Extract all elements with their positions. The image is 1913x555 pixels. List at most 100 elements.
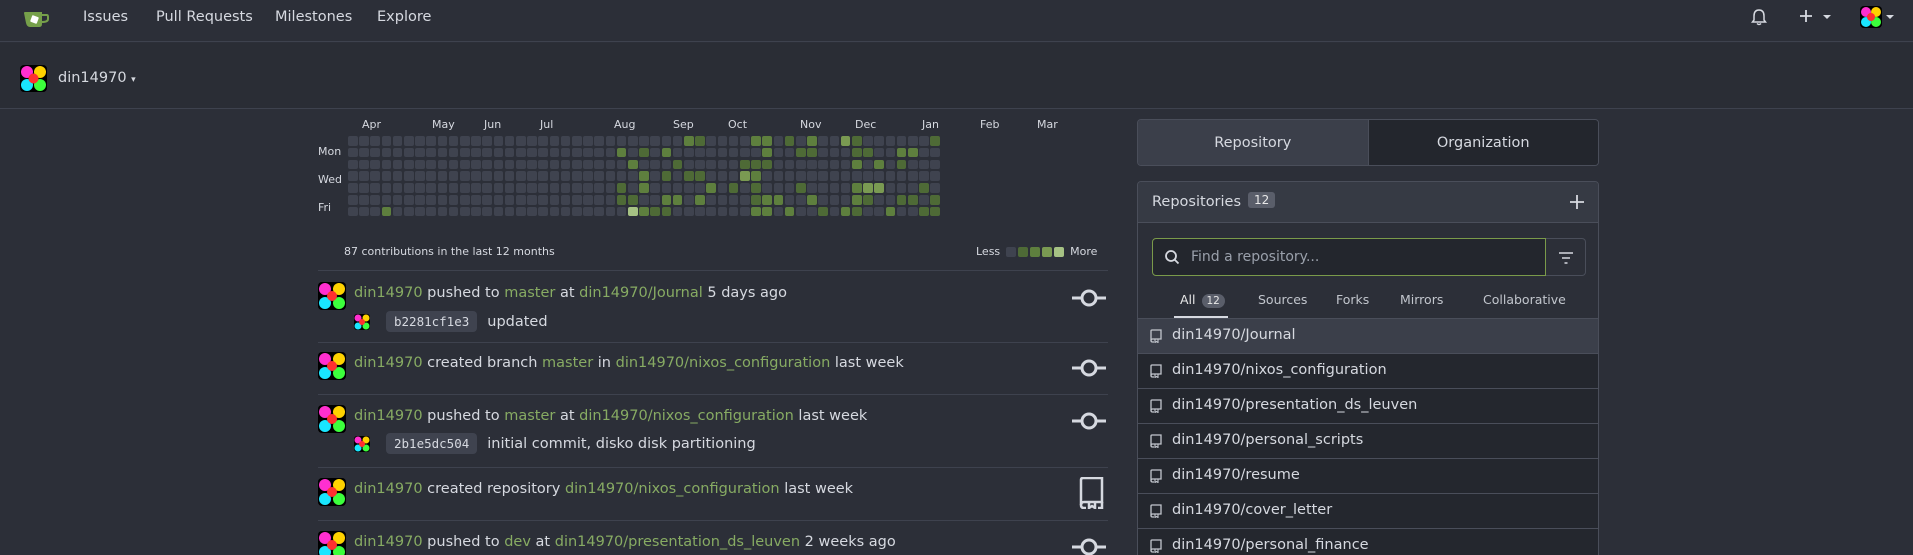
- heatmap-cell[interactable]: [728, 171, 739, 181]
- heatmap-cell[interactable]: [717, 159, 728, 170]
- heatmap-cell[interactable]: [482, 195, 492, 205]
- avatar[interactable]: [318, 352, 346, 380]
- heatmap-cell[interactable]: [751, 206, 761, 217]
- heatmap-cell[interactable]: [896, 136, 907, 146]
- heatmap-cell[interactable]: [672, 206, 683, 217]
- heatmap-cell[interactable]: [504, 171, 515, 181]
- heatmap-cell[interactable]: [930, 206, 940, 217]
- heatmap-cell[interactable]: [538, 183, 548, 193]
- heatmap-cell[interactable]: [930, 183, 940, 193]
- heatmap-cell[interactable]: [852, 206, 862, 217]
- heatmap-cell[interactable]: [807, 171, 817, 181]
- heatmap-cell[interactable]: [930, 195, 940, 205]
- heatmap-cell[interactable]: [829, 159, 840, 170]
- heatmap-cell[interactable]: [908, 147, 918, 158]
- heatmap-cell[interactable]: [796, 206, 806, 217]
- heatmap-cell[interactable]: [706, 183, 716, 193]
- heatmap-cell[interactable]: [807, 195, 817, 205]
- repo-name[interactable]: din14970/personal_scripts: [1172, 432, 1363, 448]
- heatmap-cell[interactable]: [460, 171, 470, 181]
- avatar[interactable]: [318, 478, 346, 506]
- heatmap-cell[interactable]: [762, 171, 772, 181]
- heatmap-cell[interactable]: [359, 147, 369, 158]
- heatmap-cell[interactable]: [370, 171, 380, 181]
- heatmap-cell[interactable]: [650, 147, 660, 158]
- repo-list-item[interactable]: din14970/cover_letter: [1138, 493, 1598, 528]
- heatmap-cell[interactable]: [639, 206, 649, 217]
- heatmap-cell[interactable]: [616, 171, 627, 181]
- heatmap-cell[interactable]: [908, 159, 918, 170]
- commit-sha[interactable]: 2b1e5dc504: [386, 433, 478, 454]
- feed-repo-link[interactable]: din14970/nixos_configuration: [579, 408, 794, 424]
- heatmap-cell[interactable]: [672, 195, 683, 205]
- heatmap-cell[interactable]: [706, 136, 716, 146]
- heatmap-cell[interactable]: [516, 195, 526, 205]
- heatmap-cell[interactable]: [426, 171, 436, 181]
- heatmap-cell[interactable]: [516, 136, 526, 146]
- nav-explore[interactable]: Explore: [377, 9, 431, 25]
- heatmap-cell[interactable]: [348, 195, 358, 205]
- repo-name[interactable]: din14970/Journal: [1172, 327, 1296, 343]
- heatmap-cell[interactable]: [381, 183, 392, 193]
- heatmap-cell[interactable]: [426, 147, 436, 158]
- heatmap-cell[interactable]: [616, 206, 627, 217]
- heatmap-cell[interactable]: [381, 171, 392, 181]
- heatmap-cell[interactable]: [930, 159, 940, 170]
- repo-name[interactable]: din14970/nixos_configuration: [1172, 362, 1387, 378]
- heatmap-cell[interactable]: [919, 206, 929, 217]
- heatmap-cell[interactable]: [594, 206, 604, 217]
- heatmap-cell[interactable]: [348, 136, 358, 146]
- heatmap-cell[interactable]: [415, 183, 425, 193]
- heatmap-cell[interactable]: [908, 206, 918, 217]
- heatmap-cell[interactable]: [460, 206, 470, 217]
- heatmap-cell[interactable]: [448, 206, 459, 217]
- heatmap-cell[interactable]: [516, 147, 526, 158]
- heatmap-cell[interactable]: [818, 206, 828, 217]
- heatmap-cell[interactable]: [616, 195, 627, 205]
- filter-tab-all[interactable]: All 12: [1180, 292, 1225, 308]
- heatmap-cell[interactable]: [728, 159, 739, 170]
- heatmap-cell[interactable]: [829, 147, 840, 158]
- heatmap-cell[interactable]: [504, 183, 515, 193]
- heatmap-cell[interactable]: [896, 195, 907, 205]
- heatmap-cell[interactable]: [762, 195, 772, 205]
- heatmap-cell[interactable]: [437, 171, 448, 181]
- heatmap-cell[interactable]: [706, 206, 716, 217]
- heatmap-cell[interactable]: [370, 195, 380, 205]
- heatmap-cell[interactable]: [829, 183, 840, 193]
- heatmap-cell[interactable]: [471, 136, 481, 146]
- heatmap-cell[interactable]: [661, 171, 672, 181]
- heatmap-cell[interactable]: [740, 206, 750, 217]
- heatmap-cell[interactable]: [392, 195, 403, 205]
- add-repo-icon[interactable]: [1568, 193, 1586, 211]
- heatmap-cell[interactable]: [695, 195, 705, 205]
- heatmap-cell[interactable]: [885, 147, 896, 158]
- heatmap-cell[interactable]: [504, 195, 515, 205]
- heatmap-cell[interactable]: [437, 206, 448, 217]
- heatmap-cell[interactable]: [616, 136, 627, 146]
- heatmap-cell[interactable]: [740, 159, 750, 170]
- heatmap-cell[interactable]: [807, 206, 817, 217]
- heatmap-cell[interactable]: [684, 195, 694, 205]
- feed-ref-link[interactable]: master: [504, 285, 555, 301]
- heatmap-cell[interactable]: [695, 183, 705, 193]
- heatmap-cell[interactable]: [773, 183, 784, 193]
- heatmap-cell[interactable]: [437, 159, 448, 170]
- heatmap-cell[interactable]: [874, 206, 884, 217]
- feed-user-link[interactable]: din14970: [354, 534, 423, 550]
- heatmap-cell[interactable]: [863, 183, 873, 193]
- repo-name[interactable]: din14970/resume: [1172, 467, 1300, 483]
- heatmap-cell[interactable]: [639, 195, 649, 205]
- heatmap-cell[interactable]: [583, 183, 593, 193]
- heatmap-cell[interactable]: [695, 206, 705, 217]
- heatmap-cell[interactable]: [415, 147, 425, 158]
- heatmap-cell[interactable]: [717, 195, 728, 205]
- heatmap-cell[interactable]: [448, 136, 459, 146]
- heatmap-cell[interactable]: [482, 171, 492, 181]
- heatmap-cell[interactable]: [639, 159, 649, 170]
- heatmap-cell[interactable]: [370, 183, 380, 193]
- feed-ref-link[interactable]: master: [504, 408, 555, 424]
- heatmap-cell[interactable]: [628, 136, 638, 146]
- heatmap-cell[interactable]: [672, 171, 683, 181]
- heatmap-cell[interactable]: [919, 183, 929, 193]
